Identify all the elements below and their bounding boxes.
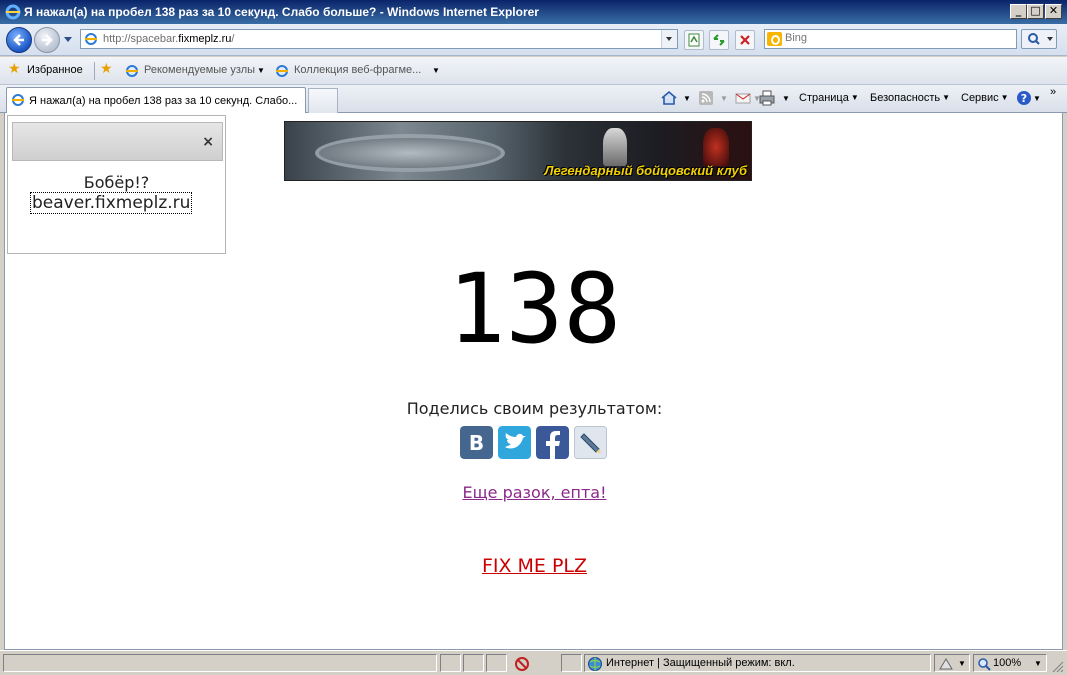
beaver-link[interactable]: beaver.fixmeplz.ru (30, 192, 193, 214)
status-cell (463, 654, 484, 672)
favorites-item-suggested-sites[interactable]: Рекомендуемые узлы (144, 64, 255, 76)
forward-button[interactable] (34, 27, 60, 53)
add-favorite-icon[interactable]: ★ (100, 61, 113, 77)
share-label: Поделись своим результатом: (406, 399, 663, 418)
livejournal-icon[interactable] (574, 426, 607, 459)
address-bar[interactable]: http://spacebar.fixmeplz.ru/ (80, 29, 678, 49)
ie-page-icon (126, 65, 138, 77)
compatibility-view-button[interactable] (684, 30, 704, 50)
history-dropdown-icon[interactable] (63, 36, 73, 44)
chevron-down-icon[interactable]: ▼ (782, 94, 790, 103)
ie-page-icon (276, 65, 288, 77)
chevron-down-icon (666, 37, 672, 41)
print-icon[interactable] (758, 89, 776, 107)
safety-menu[interactable]: Безопасность ▼ (870, 92, 950, 104)
page-menu[interactable]: Страница ▼ (799, 92, 859, 104)
internet-zone-globe-icon (588, 657, 602, 671)
stop-icon (740, 35, 750, 45)
retry-link-wrap: Еще разок, епта! (5, 483, 1062, 502)
address-dropdown-button[interactable] (661, 30, 677, 48)
toolbar-overflow-icon[interactable]: » (1050, 86, 1056, 98)
chevron-down-icon[interactable]: ▼ (432, 66, 440, 75)
back-button[interactable] (6, 27, 32, 53)
tab-label: Я нажал(а) на пробел 138 раз за 10 секун… (29, 95, 298, 107)
search-input[interactable] (785, 32, 1010, 44)
search-button[interactable] (1021, 29, 1057, 49)
compatibility-icon (688, 33, 700, 47)
ie-page-icon (12, 94, 24, 106)
protected-mode-icon (939, 658, 953, 670)
svg-text:?: ? (1021, 92, 1027, 105)
tab-bar: Я нажал(а) на пробел 138 раз за 10 секун… (0, 85, 1067, 113)
refresh-button[interactable] (709, 30, 729, 50)
banner-arena-image (315, 134, 505, 172)
chevron-down-icon[interactable]: ▼ (1033, 94, 1041, 103)
favorites-star-icon: ★ (8, 61, 21, 77)
window-titlebar: Я нажал(а) на пробел 138 раз за 10 секун… (0, 0, 1067, 24)
refresh-icon (713, 34, 725, 46)
zoom-icon (978, 658, 991, 671)
banner-text: Легендарный бойцовский клуб (544, 163, 747, 178)
spacebar-count: 138 (447, 253, 622, 365)
navigation-bar: http://spacebar.fixmeplz.ru/ (0, 24, 1067, 56)
status-cell (561, 654, 582, 672)
address-url[interactable]: http://spacebar.fixmeplz.ru/ (103, 33, 234, 45)
forward-arrow-icon (42, 34, 53, 46)
close-button[interactable]: ✕ (1045, 4, 1062, 19)
home-icon[interactable] (660, 89, 678, 107)
minimize-button[interactable]: _ (1010, 4, 1027, 19)
page-icon (85, 33, 97, 45)
maximize-button[interactable]: □ (1027, 4, 1044, 19)
new-tab-button[interactable] (308, 88, 338, 113)
security-zone-text: Интернет | Защищенный режим: вкл. (606, 657, 795, 669)
page-content: × Бобёр!? beaver.fixmeplz.ru Легендарный… (4, 113, 1063, 650)
favorites-item-web-slice-gallery[interactable]: Коллекция веб-фрагме... (294, 64, 421, 76)
ad-banner[interactable]: Легендарный бойцовский клуб (284, 121, 752, 181)
mail-icon[interactable] (734, 89, 752, 107)
stop-button[interactable] (735, 30, 755, 50)
resize-grip-icon[interactable] (1052, 661, 1064, 673)
banner-angel-figure (603, 128, 627, 166)
chevron-down-icon[interactable]: ▼ (257, 66, 265, 75)
window-title: Я нажал(а) на пробел 138 раз за 10 секун… (24, 5, 539, 19)
status-bar: Интернет | Защищенный режим: вкл. ▼ 100%… (0, 650, 1067, 675)
panel-close-icon[interactable]: × (202, 134, 214, 150)
status-text-cell (3, 654, 437, 672)
zoom-level: 100% (993, 657, 1022, 669)
beaver-question: Бобёр!? (83, 173, 150, 192)
vk-icon[interactable]: В (460, 426, 493, 459)
retry-link[interactable]: Еще разок, епта! (462, 483, 606, 502)
tools-menu[interactable]: Сервис ▼ (961, 92, 1009, 104)
beaver-panel-header: × (12, 122, 223, 161)
popup-blocker-icon[interactable] (513, 656, 531, 672)
status-cell (440, 654, 461, 672)
tab-current[interactable]: Я нажал(а) на пробел 138 раз за 10 секун… (6, 87, 306, 113)
rss-feed-icon[interactable] (697, 89, 715, 107)
facebook-icon[interactable] (536, 426, 569, 459)
twitter-icon[interactable] (498, 426, 531, 459)
chevron-down-icon[interactable]: ▼ (720, 94, 728, 103)
favorites-bar: ★ Избранное ★ Рекомендуемые узлы ▼ Колле… (0, 57, 1067, 85)
status-cell (486, 654, 507, 672)
chevron-down-icon[interactable]: ▼ (683, 94, 691, 103)
fixmeplz-link[interactable]: FIX ME PLZ (482, 555, 587, 577)
ie-logo-icon (5, 4, 21, 20)
search-box[interactable] (764, 29, 1017, 49)
fixme-link-wrap: FIX ME PLZ (5, 555, 1062, 577)
chevron-down-icon[interactable]: ▼ (1034, 659, 1042, 668)
beaver-panel: × Бобёр!? beaver.fixmeplz.ru (7, 115, 226, 254)
bing-icon (767, 32, 782, 46)
favorites-button[interactable]: Избранное (27, 64, 83, 76)
search-icon (1028, 33, 1053, 45)
back-arrow-icon (13, 34, 24, 46)
separator (94, 62, 95, 80)
help-icon[interactable]: ? (1015, 89, 1033, 107)
chevron-down-icon[interactable]: ▼ (958, 659, 966, 668)
banner-demon-figure (703, 128, 729, 166)
svg-text:В: В (469, 431, 484, 455)
